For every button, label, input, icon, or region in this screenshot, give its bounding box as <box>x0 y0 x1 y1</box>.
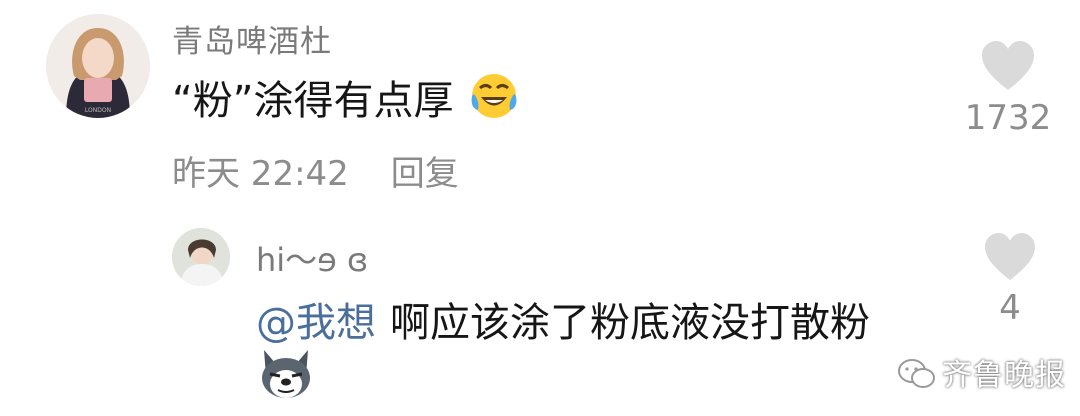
watermark: 齐鲁晚报 <box>896 350 1066 394</box>
user-avatar-image <box>172 228 230 286</box>
comment-body: “粉”涂得有点厚 <box>172 78 454 124</box>
comment-username[interactable]: 青岛啤酒杜 <box>172 16 332 61</box>
mention-link[interactable]: @我想 <box>256 300 376 346</box>
comment-meta: 昨天 22:42 回复 <box>172 146 459 195</box>
watermark-text: 齐鲁晚报 <box>942 358 1066 393</box>
heart-icon <box>982 41 1034 90</box>
reply-button[interactable]: 回复 <box>391 154 459 194</box>
wechat-icon <box>898 359 935 388</box>
reply-avatar[interactable] <box>172 228 230 286</box>
svg-text:LONDON: LONDON <box>85 107 111 114</box>
like-count: 1732 <box>964 98 1052 138</box>
user-avatar-image: LONDON <box>46 14 150 118</box>
comment-text: “粉”涂得有点厚 <box>172 68 520 126</box>
heart-icon <box>985 232 1035 281</box>
avatar[interactable]: LONDON <box>46 14 150 118</box>
husky-dog-sticker-icon <box>256 346 316 402</box>
reply-body: 啊应该涂了粉底液没打散粉 <box>390 300 870 346</box>
reply-username[interactable]: hi～ɘ ɞ <box>256 235 368 281</box>
face-with-tears-of-joy-icon <box>471 74 517 118</box>
reply-like-button[interactable] <box>983 232 1037 282</box>
reply-like-count: 4 <box>999 288 1021 328</box>
like-button[interactable] <box>980 40 1036 92</box>
comment-time: 昨天 22:42 <box>172 154 349 194</box>
reply-text: @我想 啊应该涂了粉底液没打散粉 <box>256 290 870 348</box>
